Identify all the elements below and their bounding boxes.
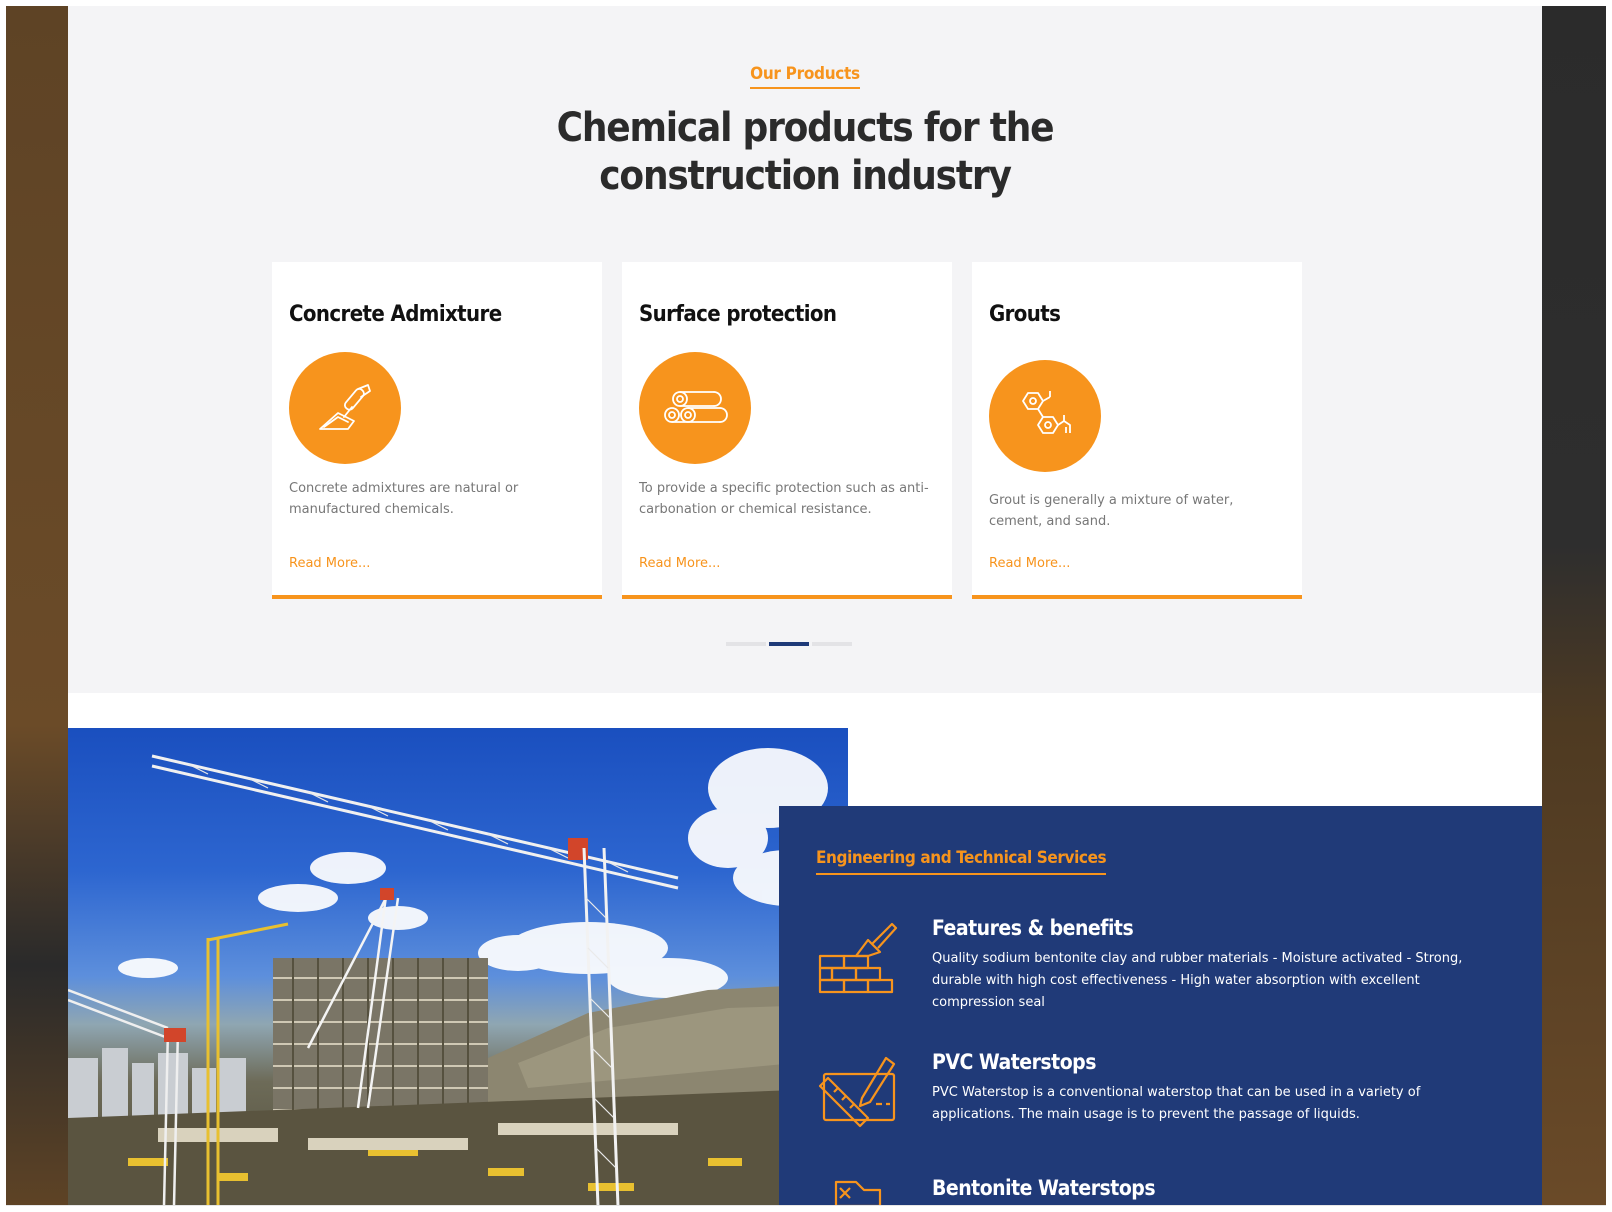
- read-more-link[interactable]: Read More...: [289, 556, 370, 571]
- service-title: PVC Waterstops: [932, 1050, 1096, 1074]
- background-right-edge: [1542, 6, 1606, 1205]
- product-card-title: Grouts: [989, 302, 1061, 327]
- carousel-pagination: [68, 642, 1542, 646]
- product-card-grouts[interactable]: Grouts Grout is generally a mixture of w…: [972, 262, 1302, 599]
- construction-site-photo: [68, 728, 848, 1205]
- trowel-icon: [289, 352, 401, 464]
- products-eyebrow: Our Products: [68, 64, 1542, 89]
- product-card-surface-protection[interactable]: Surface protection To provide a specific…: [622, 262, 952, 599]
- service-description: Quality sodium bentonite clay and rubber…: [932, 951, 1463, 1010]
- service-description: PVC Waterstop is a conventional watersto…: [932, 1085, 1421, 1122]
- carousel-dot-2[interactable]: [769, 642, 809, 646]
- ruler-pencil-icon: [816, 1050, 900, 1134]
- web-page: Our Products Chemical products for the c…: [68, 6, 1542, 1205]
- product-card-concrete-admixture[interactable]: Concrete Admixture Concrete admixtures a…: [272, 262, 602, 599]
- construction-site-illustration: [68, 748, 848, 1205]
- engineering-services-panel: Engineering and Technical Services Featu…: [779, 806, 1542, 1205]
- screenshot-frame: Our Products Chemical products for the c…: [6, 6, 1606, 1206]
- products-section: Our Products Chemical products for the c…: [68, 6, 1542, 693]
- products-heading-line2: construction industry: [599, 153, 1012, 199]
- molecule-icon: [989, 360, 1101, 472]
- product-card-description: Concrete admixtures are natural or manuf…: [289, 481, 519, 517]
- truck-icon: [816, 1176, 900, 1205]
- service-title: Features & benefits: [932, 916, 1134, 940]
- read-more-link[interactable]: Read More...: [639, 556, 720, 571]
- products-heading: Chemical products for the construction i…: [68, 104, 1542, 200]
- read-more-link[interactable]: Read More...: [989, 556, 1070, 571]
- products-heading-line1: Chemical products for the: [556, 105, 1055, 151]
- product-card-title: Concrete Admixture: [289, 302, 502, 327]
- product-card-description: Grout is generally a mixture of water, c…: [989, 493, 1234, 529]
- background-left-edge: [6, 6, 68, 1205]
- service-title: Bentonite Waterstops: [932, 1176, 1156, 1200]
- services-eyebrow: Engineering and Technical Services: [816, 848, 1107, 875]
- carousel-dot-3[interactable]: [812, 642, 852, 646]
- product-card-title: Surface protection: [639, 302, 837, 327]
- products-eyebrow-label: Our Products: [750, 64, 860, 89]
- product-card-description: To provide a specific protection such as…: [639, 481, 929, 517]
- carousel-dot-1[interactable]: [726, 642, 766, 646]
- pipes-icon: [639, 352, 751, 464]
- brick-wall-trowel-icon: [816, 916, 900, 1000]
